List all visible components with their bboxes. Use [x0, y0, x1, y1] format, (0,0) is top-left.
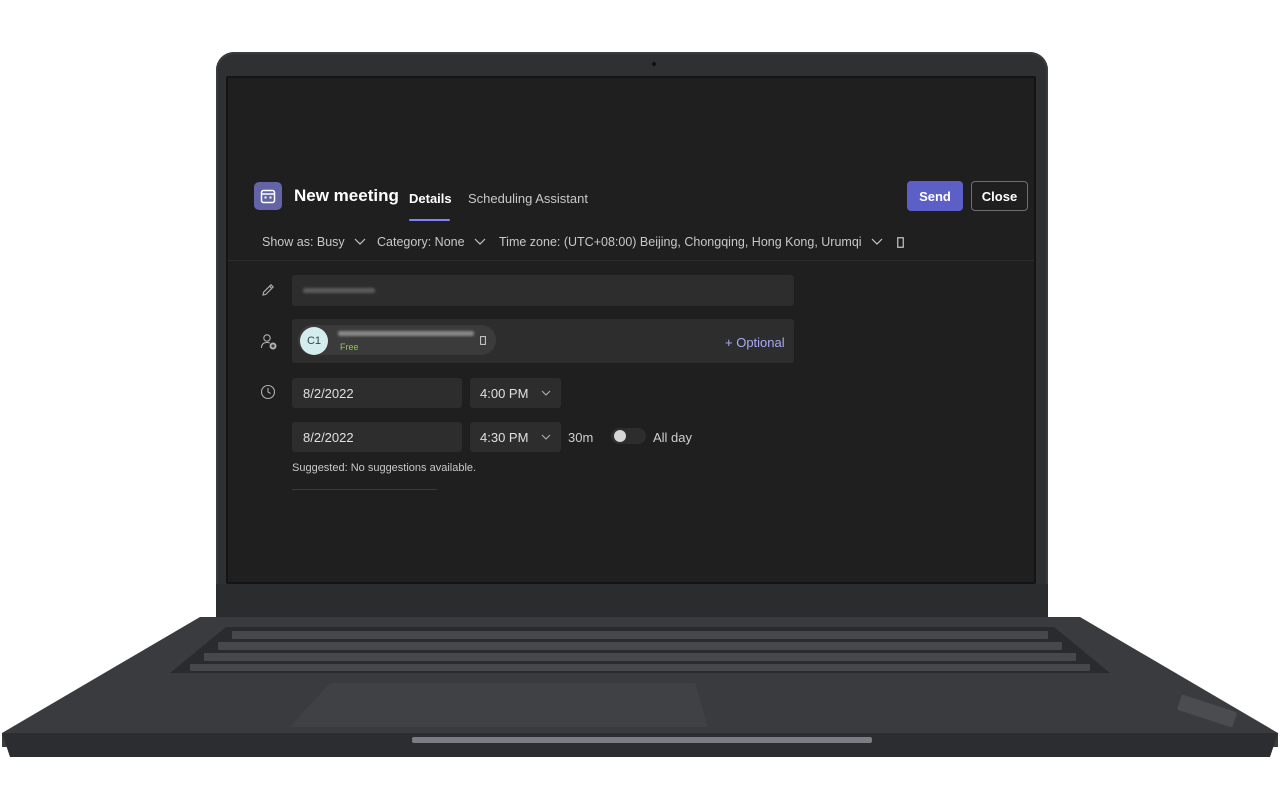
end-date-value: 8/2/2022 [303, 429, 354, 445]
send-button[interactable]: Send [907, 181, 963, 211]
tab-scheduling-assistant[interactable]: Scheduling Assistant [468, 191, 588, 206]
remove-attendee-icon[interactable] [480, 336, 486, 345]
start-time-value: 4:00 PM [480, 385, 529, 401]
webcam-icon [652, 62, 656, 66]
device-icon[interactable] [896, 236, 904, 248]
laptop-base [2, 617, 1278, 757]
all-day-toggle-knob[interactable] [614, 430, 626, 442]
avatar: C1 [300, 327, 328, 355]
chevron-down-icon [541, 434, 551, 440]
start-date-value: 8/2/2022 [303, 385, 354, 401]
redacted-attendee-name [338, 331, 474, 336]
show-as-dropdown[interactable]: Show as: Busy [262, 235, 366, 249]
category-dropdown[interactable]: Category: None [377, 235, 486, 249]
page-title: New meeting [294, 186, 399, 205]
calendar-icon [254, 182, 282, 210]
chevron-down-icon [871, 238, 883, 245]
close-button[interactable]: Close [971, 181, 1028, 211]
chevron-down-icon [354, 238, 366, 245]
touchpad [290, 683, 708, 727]
redacted-title-text [303, 288, 375, 293]
all-day-label: All day [653, 430, 693, 445]
end-time-value: 4:30 PM [480, 429, 529, 445]
meeting-title-input[interactable] [292, 275, 794, 306]
chevron-down-icon [474, 238, 485, 245]
suggested-times-text: Suggested: No suggestions available. [292, 462, 477, 474]
pencil-icon [262, 284, 274, 296]
availability-status: Free [340, 342, 359, 352]
start-time-dropdown[interactable]: 4:00 PM [470, 378, 561, 408]
time-zone-dropdown[interactable]: Time zone: (UTC+08:00) Beijing, Chongqin… [499, 235, 904, 249]
options-divider [228, 260, 1034, 261]
show-as-label: Show as: Busy [262, 235, 345, 249]
time-zone-label: Time zone: (UTC+08:00) Beijing, Chongqin… [499, 235, 862, 249]
clock-icon [260, 384, 276, 400]
front-notch [412, 737, 872, 743]
duration-label: 30m [568, 430, 594, 445]
active-tab-indicator [409, 219, 450, 221]
chevron-down-icon [541, 390, 551, 396]
suggestions-divider [292, 489, 437, 490]
tab-details[interactable]: Details [409, 191, 452, 206]
end-time-dropdown[interactable]: 4:30 PM [470, 422, 561, 452]
end-date-input[interactable]: 8/2/2022 [292, 422, 462, 452]
teams-new-meeting-window: New meeting Details Scheduling Assistant… [228, 78, 1034, 582]
start-date-input[interactable]: 8/2/2022 [292, 378, 462, 408]
add-attendee-icon [260, 334, 277, 350]
category-label: Category: None [377, 235, 465, 249]
optional-attendees-link[interactable]: + Optional [725, 335, 785, 350]
